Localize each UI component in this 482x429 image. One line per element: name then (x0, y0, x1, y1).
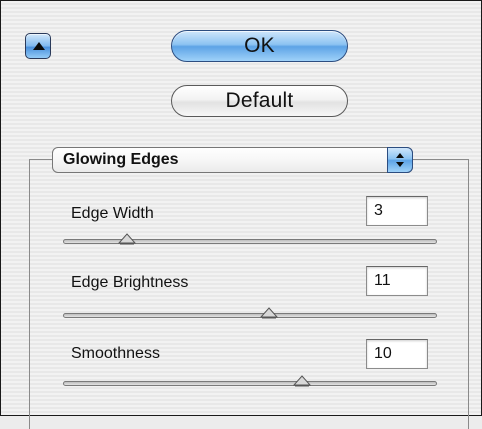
filter-select-value: Glowing Edges (63, 151, 179, 168)
edge-brightness-slider-thumb[interactable] (259, 307, 279, 319)
filter-options-panel: OK Default Glowing Edges Edge Width 3 Ed… (0, 0, 482, 429)
smoothness-label: Smoothness (71, 345, 160, 362)
smoothness-slider-track[interactable] (63, 381, 437, 386)
filter-select-popup[interactable]: Glowing Edges (52, 147, 413, 173)
edge-brightness-label: Edge Brightness (71, 274, 189, 291)
smoothness-slider-thumb[interactable] (292, 375, 312, 387)
edge-brightness-field[interactable]: 11 (366, 266, 428, 296)
edge-width-field[interactable]: 3 (366, 196, 428, 226)
smoothness-field[interactable]: 10 (366, 339, 428, 369)
collapse-preview-button[interactable] (25, 33, 51, 59)
triangle-up-icon (33, 42, 45, 50)
default-button[interactable]: Default (171, 85, 348, 117)
up-down-arrows-icon[interactable] (387, 147, 413, 173)
edge-width-label: Edge Width (71, 205, 154, 222)
edge-width-slider-thumb[interactable] (117, 233, 137, 245)
edge-brightness-slider-track[interactable] (63, 313, 437, 318)
ok-button[interactable]: OK (171, 30, 348, 62)
